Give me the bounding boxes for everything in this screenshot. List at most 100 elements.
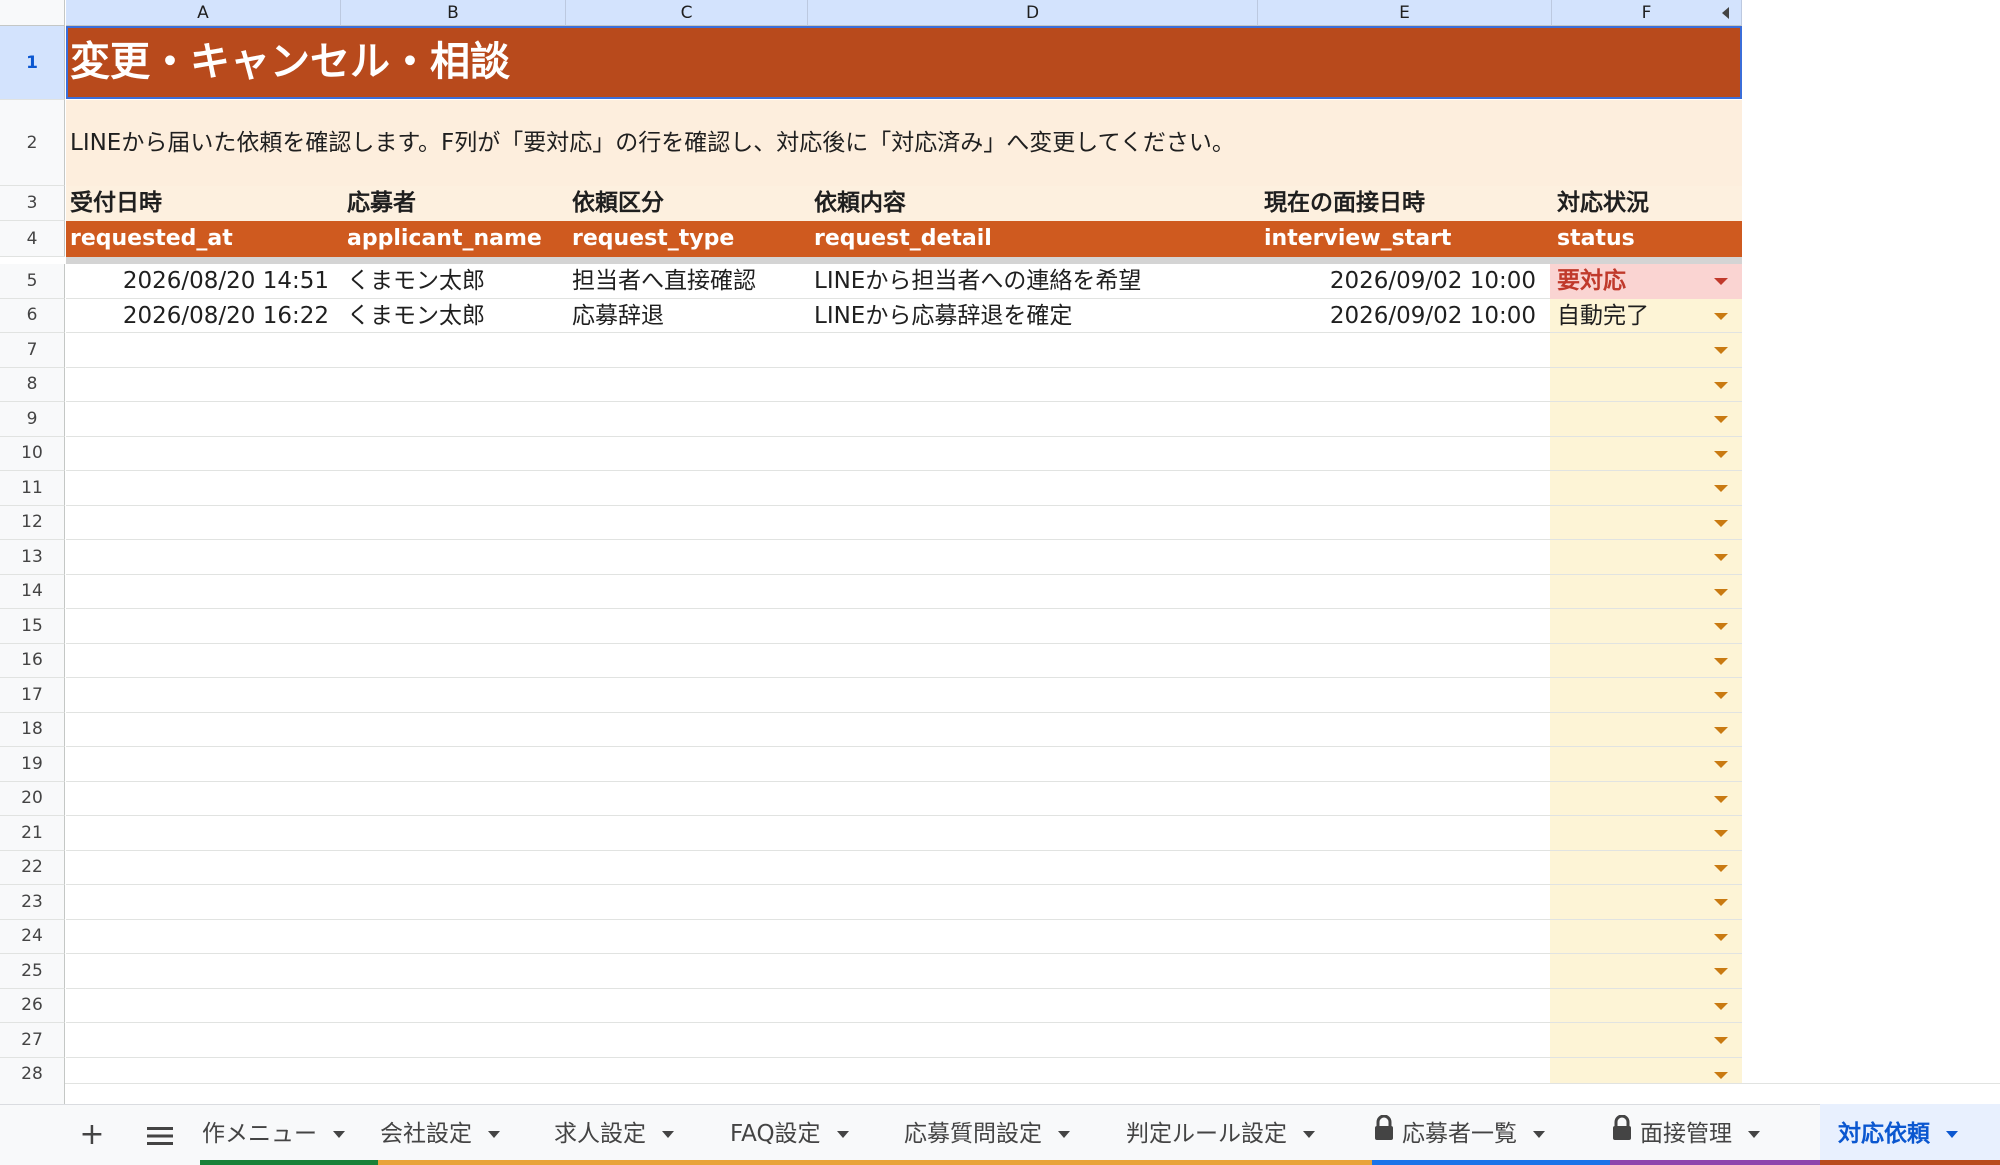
plus-icon[interactable]: + [70, 1104, 114, 1165]
table-row[interactable] [66, 851, 1742, 885]
cell-requested-at[interactable]: 2026/08/20 14:51 [66, 264, 329, 299]
status-dropdown-arrow-icon[interactable] [1714, 416, 1728, 424]
status-dropdown-arrow-icon[interactable] [1714, 726, 1728, 734]
row-header-20[interactable]: 20 [0, 781, 65, 816]
table-row[interactable] [66, 816, 1742, 851]
tab-menu-chevron-down-icon[interactable] [1303, 1131, 1315, 1138]
table-row[interactable] [66, 609, 1742, 644]
row-header-14[interactable]: 14 [0, 574, 65, 609]
table-row[interactable] [66, 368, 1742, 402]
tab-menu-chevron-down-icon[interactable] [1748, 1131, 1760, 1138]
scroll-left-icon[interactable] [1722, 7, 1729, 19]
row-header-16[interactable]: 16 [0, 643, 65, 678]
table-row[interactable] [66, 506, 1742, 540]
cell-request-type[interactable]: 応募辞退 [572, 299, 808, 334]
table-row[interactable] [66, 989, 1742, 1023]
table-row[interactable] [66, 575, 1742, 609]
tab-menu-chevron-down-icon[interactable] [1533, 1131, 1545, 1138]
row-header-12[interactable]: 12 [0, 505, 65, 540]
status-dropdown-arrow-icon[interactable] [1714, 1037, 1728, 1045]
row-header-3[interactable]: 3 [0, 186, 65, 221]
table-row[interactable] [66, 540, 1742, 575]
status-dropdown-arrow-icon[interactable] [1714, 554, 1728, 562]
row-header-6[interactable]: 6 [0, 298, 65, 333]
row-header-8[interactable]: 8 [0, 367, 65, 402]
tab-menu-chevron-down-icon[interactable] [1946, 1131, 1958, 1138]
cell-applicant-name[interactable]: くまモン太郎 [347, 264, 566, 299]
table-row[interactable] [66, 885, 1742, 920]
table-row[interactable] [66, 920, 1742, 954]
row-header-21[interactable]: 21 [0, 816, 65, 851]
cell-applicant-name[interactable]: くまモン太郎 [347, 299, 566, 334]
status-dropdown-arrow-icon[interactable] [1714, 623, 1728, 631]
row-header-2[interactable]: 2 [0, 100, 65, 186]
table-row[interactable] [66, 678, 1742, 713]
sheet-tab-5[interactable]: 応募質問設定 [902, 1104, 1124, 1165]
status-dropdown-arrow-icon[interactable] [1714, 1071, 1728, 1079]
column-header-b[interactable]: B [341, 0, 566, 26]
column-header-f[interactable]: F [1552, 0, 1742, 26]
table-row[interactable] [66, 333, 1742, 368]
row-header-27[interactable]: 27 [0, 1023, 65, 1058]
status-dropdown-arrow-icon[interactable] [1714, 761, 1728, 769]
status-dropdown-arrow-icon[interactable] [1714, 968, 1728, 976]
sheet-tab-9[interactable]: 対応依頼 [1820, 1104, 2000, 1165]
status-dropdown-arrow-icon[interactable] [1714, 519, 1728, 527]
menu-icon[interactable] [138, 1104, 182, 1165]
status-dropdown-arrow-icon[interactable] [1714, 830, 1728, 838]
table-row[interactable] [66, 1023, 1742, 1058]
cell-interview-start[interactable]: 2026/09/02 10:00 [1258, 264, 1536, 299]
cell-status[interactable]: 要対応 [1557, 264, 1626, 299]
status-dropdown-arrow-icon[interactable] [1714, 692, 1728, 700]
table-row[interactable] [66, 954, 1742, 989]
column-header-d[interactable]: D [808, 0, 1258, 26]
row-header-17[interactable]: 17 [0, 678, 65, 713]
row-header-11[interactable]: 11 [0, 471, 65, 506]
row-header-7[interactable]: 7 [0, 333, 65, 368]
sheet-tab-8[interactable]: 面接管理 [1610, 1104, 1820, 1165]
sheet-tab-4[interactable]: FAQ設定 [728, 1104, 902, 1165]
table-row[interactable] [66, 402, 1742, 437]
freeze-divider[interactable] [66, 257, 1742, 264]
row-header-15[interactable]: 15 [0, 609, 65, 644]
tab-menu-chevron-down-icon[interactable] [662, 1131, 674, 1138]
row-header-13[interactable]: 13 [0, 540, 65, 575]
tab-menu-chevron-down-icon[interactable] [1058, 1131, 1070, 1138]
row-header-22[interactable]: 22 [0, 850, 65, 885]
row-header-5[interactable]: 5 [0, 264, 65, 299]
tab-menu-chevron-down-icon[interactable] [488, 1131, 500, 1138]
row-header-10[interactable]: 10 [0, 436, 65, 471]
cell-request-detail[interactable]: LINEから応募辞退を確定 [814, 299, 1258, 334]
status-dropdown-arrow-icon[interactable] [1714, 485, 1728, 493]
column-header-c[interactable]: C [566, 0, 808, 26]
row-header-18[interactable]: 18 [0, 712, 65, 747]
row-header-1[interactable]: 1 [0, 26, 65, 100]
table-row[interactable] [66, 644, 1742, 678]
tab-menu-chevron-down-icon[interactable] [836, 1131, 849, 1138]
column-header-e[interactable]: E [1258, 0, 1552, 26]
row-header-26[interactable]: 26 [0, 988, 65, 1023]
cell-request-detail[interactable]: LINEから担当者への連絡を希望 [814, 264, 1258, 299]
sheet-tab-1[interactable]: 作メニュー [200, 1104, 378, 1165]
status-dropdown-arrow-icon[interactable] [1714, 381, 1728, 389]
cell-requested-at[interactable]: 2026/08/20 16:22 [66, 299, 329, 334]
status-dropdown-arrow-icon[interactable] [1714, 450, 1728, 458]
column-header-a[interactable]: A [66, 0, 341, 26]
table-row[interactable] [66, 782, 1742, 816]
status-dropdown-arrow-icon[interactable] [1714, 1002, 1728, 1010]
row-header-23[interactable]: 23 [0, 885, 65, 920]
tab-menu-chevron-down-icon[interactable] [333, 1131, 345, 1138]
row-header-24[interactable]: 24 [0, 919, 65, 954]
status-dropdown-arrow-icon[interactable] [1714, 278, 1728, 286]
cell-interview-start[interactable]: 2026/09/02 10:00 [1258, 299, 1536, 334]
select-all-corner[interactable] [0, 0, 65, 26]
horizontal-scrollbar[interactable] [0, 1083, 2000, 1104]
row-header-9[interactable]: 9 [0, 402, 65, 437]
status-dropdown-arrow-icon[interactable] [1714, 347, 1728, 355]
row-header-25[interactable]: 25 [0, 954, 65, 989]
sheet-tab-2[interactable]: 会社設定 [378, 1104, 552, 1165]
cell-status[interactable]: 自動完了 [1557, 299, 1649, 334]
row-header-19[interactable]: 19 [0, 747, 65, 782]
status-dropdown-arrow-icon[interactable] [1714, 588, 1728, 596]
status-dropdown-arrow-icon[interactable] [1714, 657, 1728, 665]
